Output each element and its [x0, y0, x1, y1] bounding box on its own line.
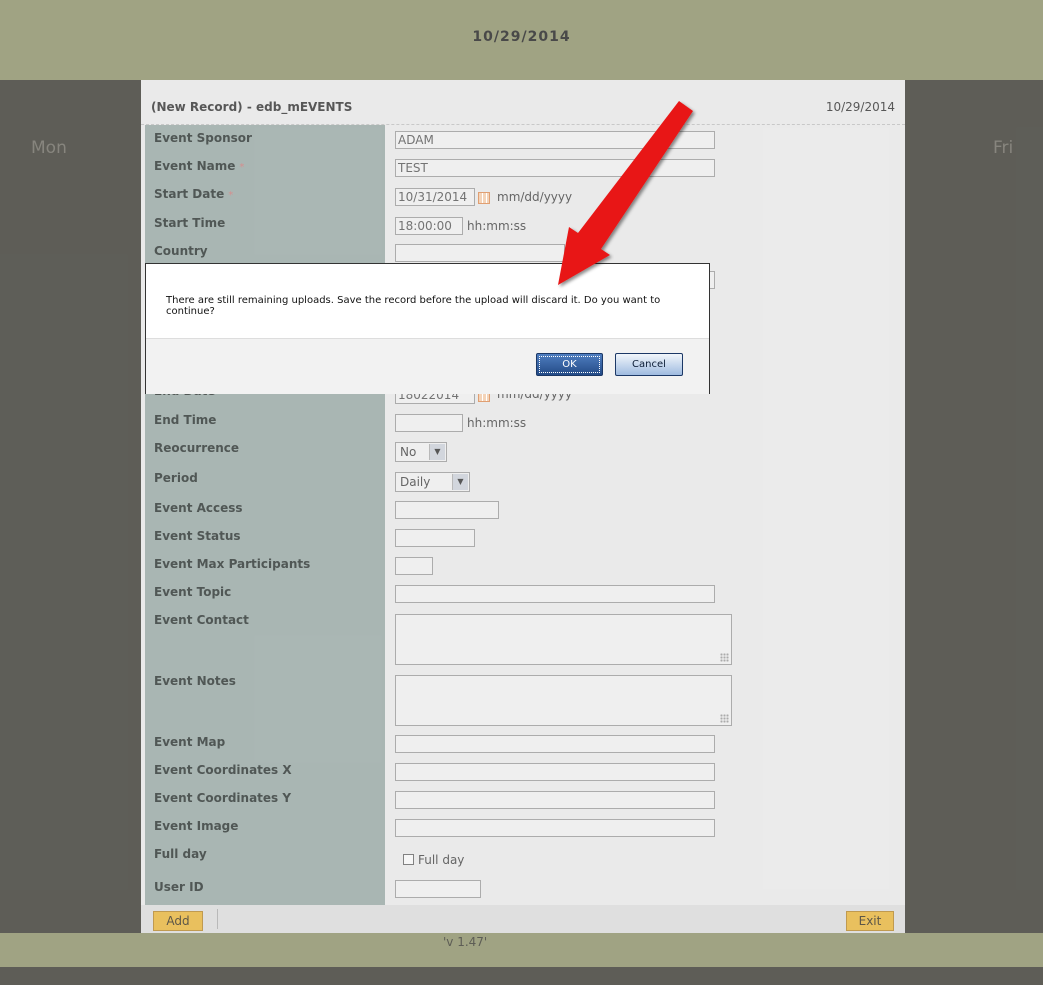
- annotation-arrow-icon: [558, 101, 693, 285]
- annotation-arrow-shape: [558, 101, 693, 285]
